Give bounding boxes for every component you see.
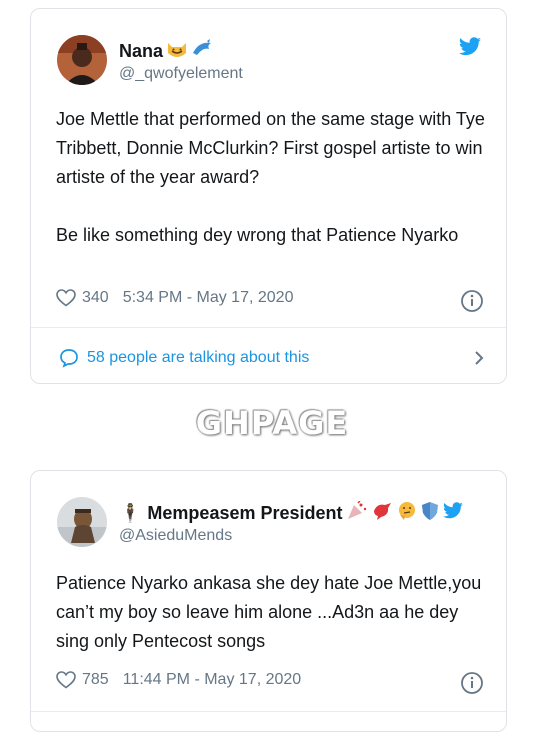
tweet-meta: 785 11:44 PM - May 17, 2020: [56, 671, 486, 689]
tweet-text: Joe Mettle that performed on the same st…: [56, 109, 485, 245]
tweet-card-1[interactable]: Nana @_qwofyelement Joe Mettle that perf…: [30, 8, 507, 384]
author-name[interactable]: Nana: [119, 41, 163, 62]
tweet-meta: 340 5:34 PM - May 17, 2020: [56, 289, 486, 307]
divider: [31, 327, 506, 328]
avatar[interactable]: [57, 35, 107, 85]
tweet-text: Patience Nyarko ankasa she dey hate Joe …: [56, 573, 482, 651]
twitter-bird-icon: [442, 502, 464, 525]
heart-icon[interactable]: [56, 671, 76, 689]
party-popper-emoji: [346, 500, 368, 526]
author-handle[interactable]: @AsieduMends: [119, 527, 232, 545]
conversation-text[interactable]: 58 people are talking about this: [87, 349, 309, 367]
like-count[interactable]: 340: [82, 289, 109, 307]
tweet-card-2[interactable]: 🕴 Mempeasem President @AsieduMends Patie…: [30, 470, 507, 732]
dolphin-emoji: [191, 39, 215, 64]
chevron-right-icon[interactable]: [472, 349, 486, 367]
divider: [31, 711, 506, 712]
avatar[interactable]: [57, 497, 107, 547]
author-name[interactable]: Mempeasem President: [147, 503, 342, 524]
watermark: GHPAGE: [195, 404, 349, 442]
author-name-row[interactable]: Nana: [119, 39, 215, 64]
conversation-link[interactable]: 58 people are talking about this: [59, 348, 486, 368]
shield-emoji: [421, 501, 439, 526]
thinking-face-emoji: [396, 501, 418, 526]
timestamp[interactable]: 11:44 PM - May 17, 2020: [123, 671, 301, 689]
grinning-cat-emoji: [166, 39, 188, 64]
name-prefix-emoji: 🕴: [119, 503, 142, 524]
author-handle[interactable]: @_qwofyelement: [119, 65, 243, 83]
timestamp[interactable]: 5:34 PM - May 17, 2020: [123, 289, 294, 307]
bird-emoji: [371, 501, 393, 526]
info-icon[interactable]: [460, 289, 484, 313]
info-icon[interactable]: [460, 671, 484, 695]
twitter-bird-icon[interactable]: [458, 37, 482, 57]
speech-bubble-icon: [59, 348, 79, 368]
heart-icon[interactable]: [56, 289, 76, 307]
author-name-row[interactable]: 🕴 Mempeasem President: [119, 500, 464, 526]
like-count[interactable]: 785: [82, 671, 109, 689]
